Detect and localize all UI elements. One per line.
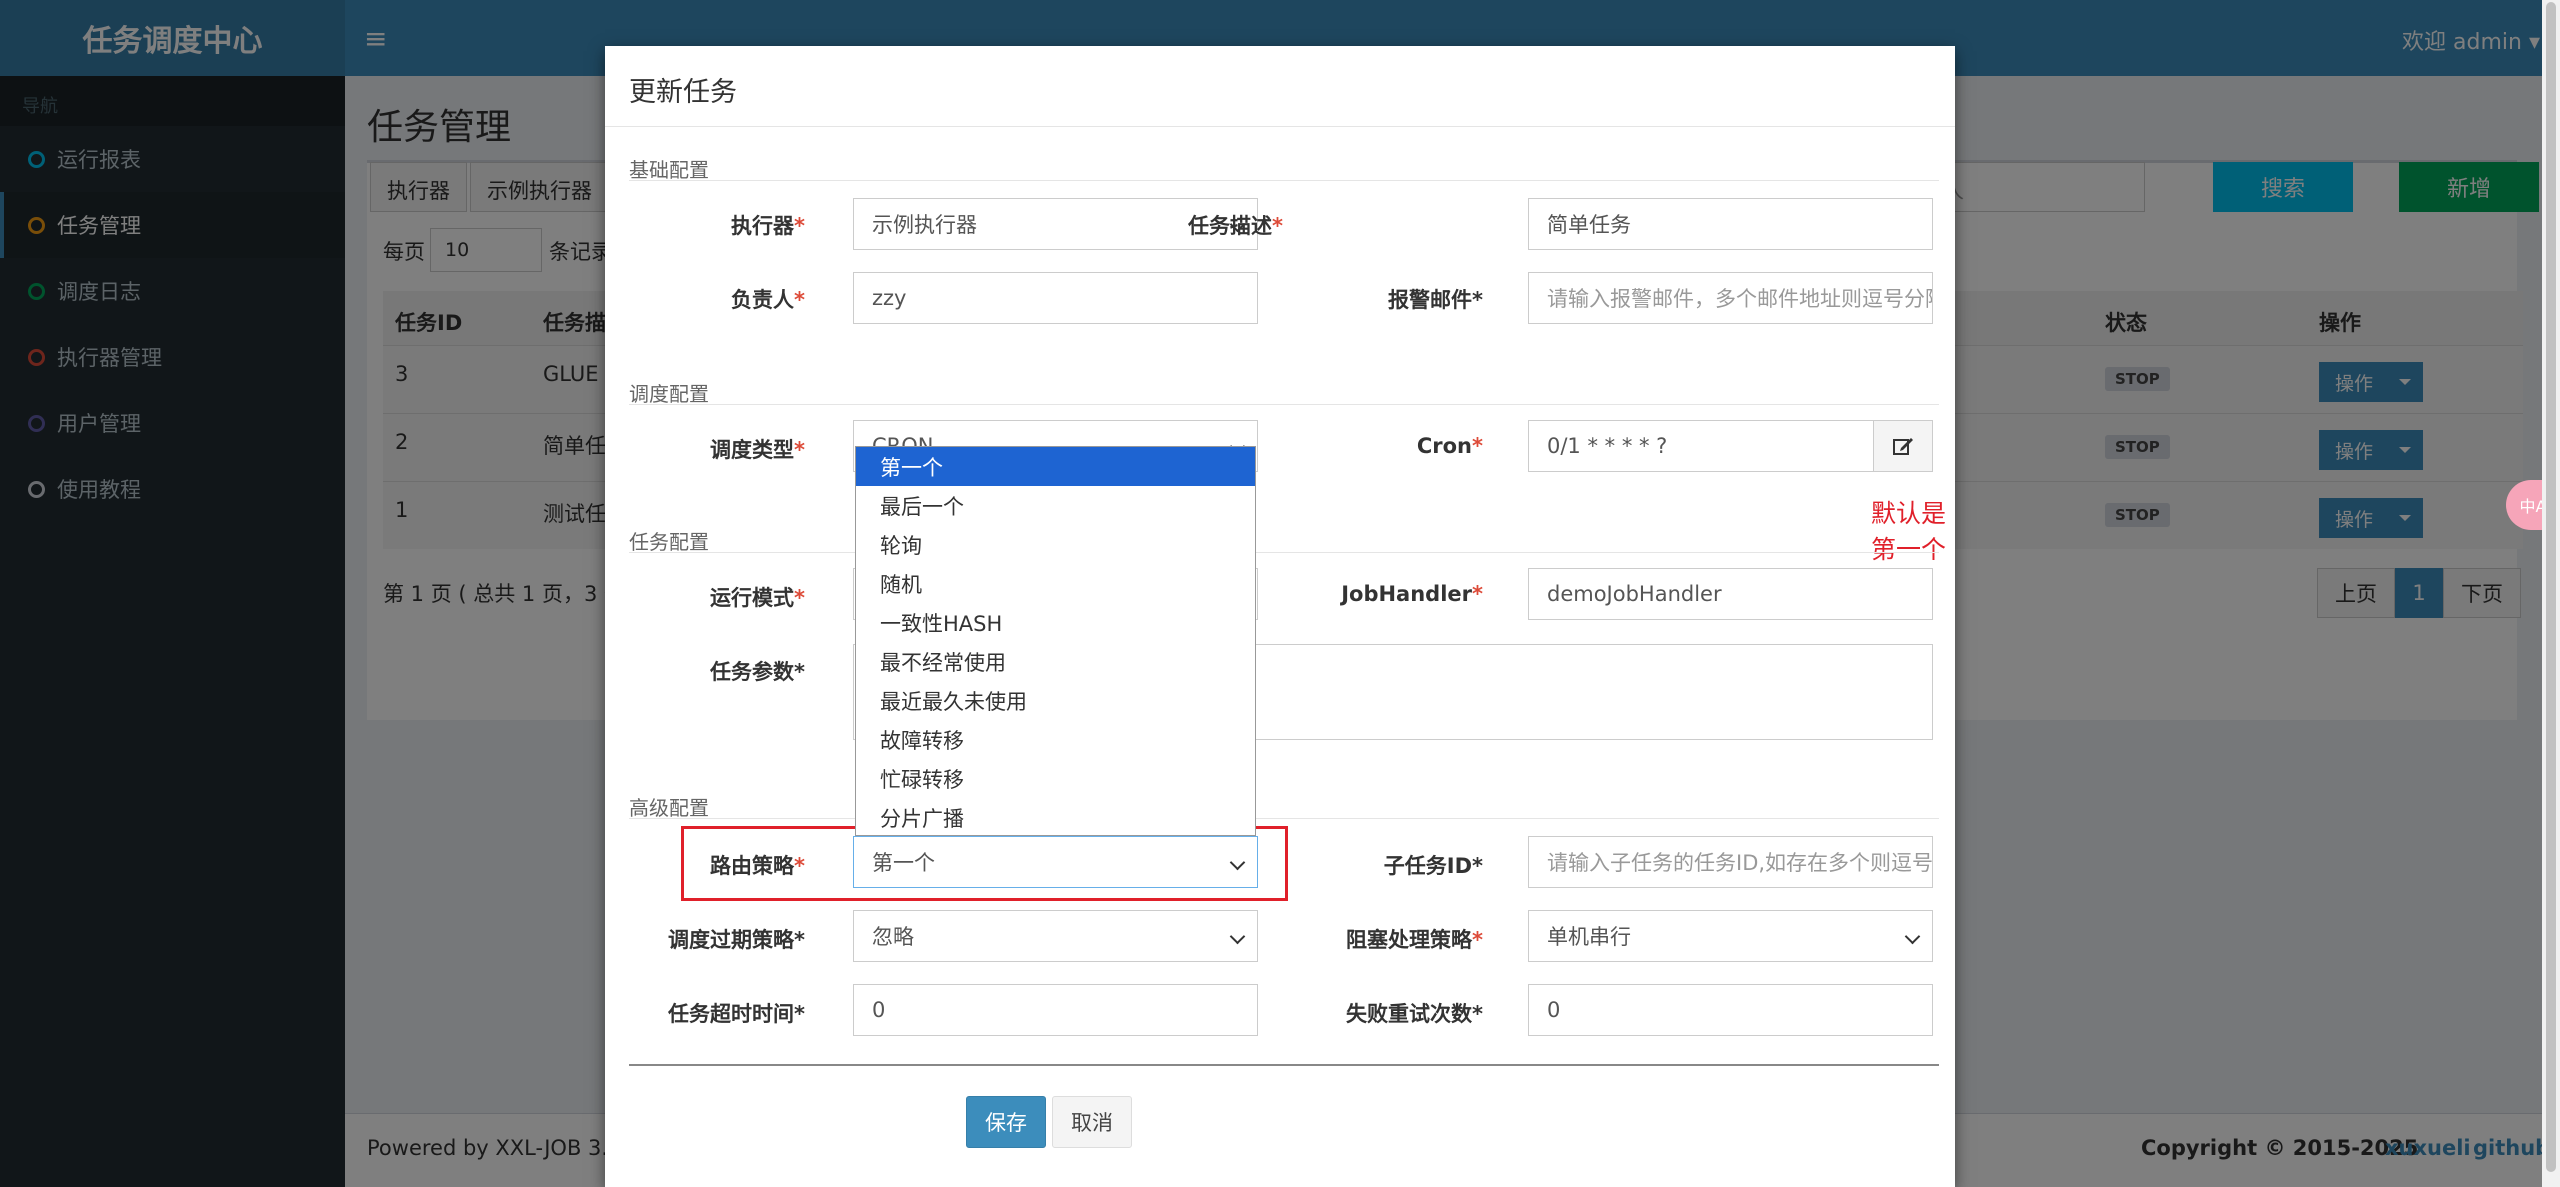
retry-count-label: 失败重试次数* [1346,1002,1483,1026]
save-button[interactable]: 保存 [966,1096,1046,1148]
section-basic-title: 基础配置 [629,158,709,182]
label-text: Cron [1416,434,1473,458]
dropdown-option[interactable]: 最不经常使用 [856,642,1255,681]
schedule-type-label: 调度类型* [710,438,805,462]
owner-input[interactable]: zzy [853,272,1258,324]
dropdown-option[interactable]: 一致性HASH [856,603,1255,642]
modal-title: 更新任务 [629,77,737,108]
misfire-strategy-select[interactable]: 忽略 [853,910,1258,962]
route-strategy-dropdown: 第一个 最后一个 轮询 随机 一致性HASH 最不经常使用 最近最久未使用 故障… [855,446,1256,836]
dropdown-option[interactable]: 分片广播 [856,798,1255,835]
cron-input[interactable]: 0/1 * * * * ? [1528,420,1874,472]
job-desc-label: 任务描述* [1188,214,1283,238]
label-text: 运行模式 [710,586,795,610]
misfire-strategy-label: 调度过期策略* [668,928,805,952]
dropdown-option[interactable]: 轮询 [856,525,1255,564]
label-text: 任务参数 [710,660,795,684]
label-text: 负责人 [731,288,795,312]
dropdown-option[interactable]: 最后一个 [856,486,1255,525]
job-handler-input[interactable]: demoJobHandler [1528,568,1933,620]
label-text: 调度类型 [710,438,795,462]
divider [605,126,1955,127]
label-text: 执行器 [731,214,795,238]
divider [629,404,1939,405]
divider [629,1064,1939,1066]
section-job-title: 任务配置 [629,530,709,554]
timeout-input[interactable]: 0 [853,984,1258,1036]
dropdown-option[interactable]: 随机 [856,564,1255,603]
dropdown-option[interactable]: 故障转移 [856,720,1255,759]
cancel-button[interactable]: 取消 [1052,1096,1132,1148]
dropdown-option[interactable]: 忙碌转移 [856,759,1255,798]
page-scrollbar[interactable] [2542,0,2560,1187]
section-advanced-title: 高级配置 [629,796,709,820]
label-text: 任务超时时间 [668,1002,795,1026]
section-schedule-title: 调度配置 [629,382,709,406]
retry-count-input[interactable]: 0 [1528,984,1933,1036]
divider [629,818,1939,819]
annotation-text: 默认是第一个 [1871,499,1947,564]
label-text: 子任务ID [1383,854,1473,878]
executor-label: 执行器* [731,214,805,238]
highlight-annotation-box [681,826,1288,901]
block-strategy-select[interactable]: 单机串行 [1528,910,1933,962]
child-job-id-label: 子任务ID* [1383,854,1483,878]
job-params-label: 任务参数* [710,660,805,684]
divider [629,180,1939,181]
cron-label: Cron* [1416,434,1483,458]
block-strategy-label: 阻塞处理策略* [1346,928,1483,952]
owner-label: 负责人* [731,288,805,312]
update-job-modal: 更新任务 基础配置 执行器* 示例执行器 任务描述* 简单任务 负责人* zzy… [605,46,1955,1187]
run-mode-label: 运行模式* [710,586,805,610]
label-text: 阻塞处理策略 [1346,928,1473,952]
label-text: JobHandler [1341,582,1473,606]
job-desc-input[interactable]: 简单任务 [1528,198,1933,250]
label-text: 任务描述 [1188,214,1273,238]
alarm-email-label: 报警邮件* [1388,288,1483,312]
scrollbar-thumb[interactable] [2546,2,2556,1172]
label-text: 报警邮件 [1388,288,1473,312]
dropdown-option[interactable]: 第一个 [856,447,1255,486]
edit-icon[interactable] [1873,420,1933,472]
job-handler-label: JobHandler* [1341,582,1483,606]
divider [629,552,1939,553]
timeout-label: 任务超时时间* [668,1002,805,1026]
child-job-id-input[interactable]: 请输入子任务的任务ID,如存在多个则逗号分隔 [1528,836,1933,888]
label-text: 调度过期策略 [668,928,795,952]
dropdown-option[interactable]: 最近最久未使用 [856,681,1255,720]
label-text: 失败重试次数 [1346,1002,1473,1026]
alarm-email-input[interactable]: 请输入报警邮件，多个邮件地址则逗号分隔 [1528,272,1933,324]
